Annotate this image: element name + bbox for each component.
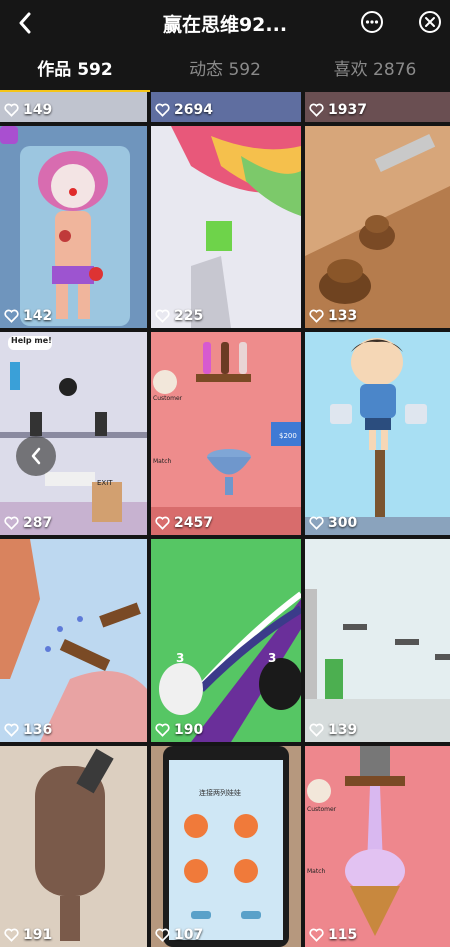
like-count-value: 142 [23,308,53,324]
like-count: 142 [4,308,52,324]
soft-serve-scene [305,746,450,947]
video-thumbnail[interactable]: 139 [305,539,450,742]
balance-boy-scene [305,332,450,535]
close-button[interactable] [418,10,442,34]
like-count-value: 107 [174,927,204,943]
water-pipes-scene [0,539,147,742]
heart-icon [4,309,19,323]
rainbow-blocks-scene [151,126,301,328]
like-count-value: 149 [23,102,53,118]
heart-icon [309,723,324,737]
tab-likes[interactable]: 喜欢 2876 [300,50,450,92]
heart-icon [309,309,324,323]
like-count: 300 [309,515,357,531]
heart-icon [155,309,170,323]
like-count-value: 136 [23,722,53,738]
customer-label: Customer [307,806,337,813]
heart-icon [155,103,170,117]
like-count: 107 [155,927,203,943]
video-thumbnail[interactable]: 300 [305,332,450,535]
video-thumbnail[interactable]: 3 3 190 [151,539,301,742]
video-thumbnail[interactable]: 136 [0,539,147,742]
video-thumbnail[interactable]: 133 [305,126,450,328]
heart-icon [309,928,324,942]
heart-icon [155,723,170,737]
match-label: Match [153,458,172,465]
like-count: 136 [4,722,52,738]
like-count-value: 1937 [328,102,367,118]
like-count-value: 2694 [174,102,213,118]
video-thumbnail[interactable]: Customer Match $200 2457 [151,332,301,535]
video-thumbnail[interactable]: 连接两列娃娃 107 [151,746,301,947]
popsicle-scene [0,746,147,947]
heart-icon [309,516,324,530]
like-count: 287 [4,515,52,531]
like-count: 190 [155,722,203,738]
heart-icon [309,103,324,117]
like-count: 1937 [309,102,367,118]
video-thumbnail[interactable]: 1937 [305,92,450,122]
help-me-bubble: Help me! [11,336,52,345]
chat-more-icon [361,11,383,33]
counter-badge: 3 [268,651,277,665]
exit-sign: EXIT [97,479,113,487]
heart-icon [4,103,19,117]
video-thumbnail[interactable]: 225 [151,126,301,328]
video-thumbnail[interactable]: Help me! EXIT 287 [0,332,147,535]
more-button[interactable] [360,10,384,34]
like-count-value: 115 [328,927,358,943]
video-thumbnail[interactable]: 149 [0,92,147,122]
phone-puzzle-scene [151,746,301,947]
previous-button[interactable] [16,436,56,476]
poop-swirl-scene [305,126,450,328]
match-label: Match [307,868,326,875]
like-count: 149 [4,102,52,118]
heart-icon [155,928,170,942]
like-count: 139 [309,722,357,738]
like-count: 191 [4,927,52,943]
like-count: 225 [155,308,203,324]
heart-icon [4,928,19,942]
video-thumbnail[interactable]: Customer Match 115 [305,746,450,947]
tab-works[interactable]: 作品 592 [0,50,150,93]
video-thumbnail[interactable]: 191 [0,746,147,947]
stripe-road-scene [151,539,301,742]
like-count-value: 225 [174,308,204,324]
close-circle-icon [419,11,441,33]
like-count-value: 190 [174,722,204,738]
video-grid: 149 2694 1937 142 225 133 Help me! EXIT … [0,92,450,947]
chevron-left-icon [31,447,41,465]
counter-badge: 3 [176,651,185,665]
video-thumbnail[interactable]: 2694 [151,92,301,122]
like-count-value: 300 [328,515,358,531]
customer-label: Customer [153,395,183,402]
platform-jump-scene [305,539,450,742]
clown-doctor-scene [0,126,147,328]
profile-tabs: 作品 592 动态 592 喜欢 2876 [0,50,450,93]
like-count: 133 [309,308,357,324]
like-count-value: 287 [23,515,53,531]
top-bar: 赢在思维92... 作品 592 动态 592 喜欢 2876 [0,0,450,93]
like-count-value: 139 [328,722,358,738]
price-tag: $200 [279,432,297,440]
video-thumbnail[interactable]: 142 [0,126,147,328]
heart-icon [4,723,19,737]
screen-caption: 连接两列娃娃 [199,789,241,797]
like-count-value: 133 [328,308,358,324]
heart-icon [4,516,19,530]
heart-icon [155,516,170,530]
rescue-puzzle-scene [0,332,147,535]
like-count: 2694 [155,102,213,118]
tab-activity[interactable]: 动态 592 [150,50,300,92]
like-count: 2457 [155,515,213,531]
like-count: 115 [309,927,357,943]
like-count-value: 2457 [174,515,213,531]
like-count-value: 191 [23,927,53,943]
